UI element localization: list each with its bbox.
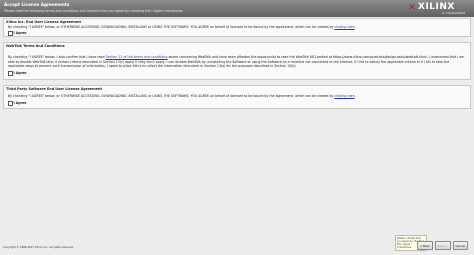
section-title: Third Party Software End User License Ag… bbox=[6, 87, 102, 91]
section-title: WebTalk Terms And Conditions bbox=[6, 44, 65, 48]
section-xilinx-eula: Xilinx Inc. End User License Agreement B… bbox=[3, 18, 471, 37]
webtalk-terms-link[interactable]: Section 13 of the terms and conditions bbox=[106, 55, 168, 59]
section-body: By checking "I AGREE" below, I also conf… bbox=[8, 55, 465, 69]
section-third-party-eula: Third Party Software End User License Ag… bbox=[3, 85, 471, 109]
agree-checkbox-third-party[interactable]: I Agree bbox=[8, 101, 26, 106]
xilinx-logo: ✕ XILINX ALL PROGRAMMABLE bbox=[408, 2, 468, 15]
eula-link[interactable]: clicking here bbox=[334, 25, 354, 29]
agree-label[interactable]: I Agree bbox=[14, 31, 27, 35]
page-title: Accept License Agreements bbox=[4, 2, 70, 7]
agree-checkbox-webtalk[interactable]: I Agree bbox=[8, 71, 26, 76]
section-webtalk: WebTalk Terms And Conditions By checking… bbox=[3, 42, 471, 80]
section-body: By checking "I AGREE" below, or OTHERWIS… bbox=[8, 94, 356, 98]
xilinx-logo-icon: ✕ bbox=[408, 3, 416, 13]
third-party-link[interactable]: clicking here bbox=[334, 94, 354, 98]
checkbox-icon[interactable] bbox=[8, 101, 13, 106]
wizard-nav: < Back Next > Cancel bbox=[416, 241, 468, 250]
agree-label[interactable]: I Agree bbox=[14, 71, 27, 75]
page-subtitle: Please read the following terms and cond… bbox=[4, 9, 184, 13]
copyright-footer: Copyright © 1986-2017 Xilinx, Inc. All r… bbox=[3, 246, 74, 249]
cancel-button[interactable]: Cancel bbox=[452, 241, 468, 250]
checkbox-icon[interactable] bbox=[8, 71, 13, 76]
logo-tagline: ALL PROGRAMMABLE bbox=[442, 12, 466, 15]
checkbox-icon[interactable] bbox=[8, 31, 13, 36]
agree-checkbox-eula[interactable]: I Agree bbox=[8, 31, 26, 36]
agree-label[interactable]: I Agree bbox=[14, 101, 27, 105]
logo-word: XILINX bbox=[418, 2, 455, 12]
page-header: Accept License Agreements Please read th… bbox=[0, 0, 474, 17]
section-body: By checking "I AGREE" below, or OTHERWIS… bbox=[8, 25, 356, 29]
back-button[interactable]: < Back bbox=[416, 241, 433, 250]
next-button[interactable]: Next > bbox=[434, 241, 451, 250]
